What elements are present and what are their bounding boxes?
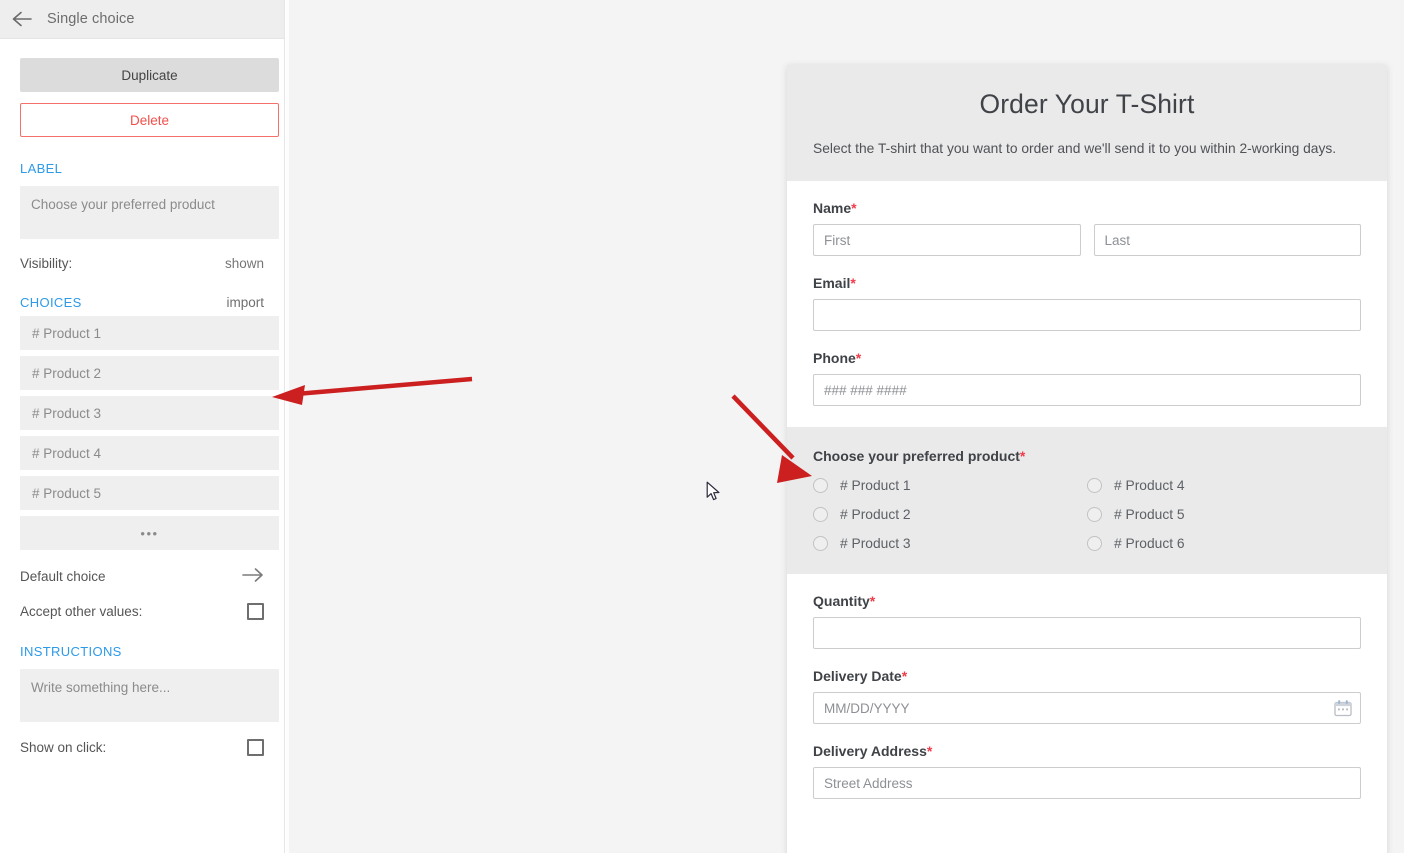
delivery-date-label: Delivery Date*: [813, 668, 1361, 684]
required-asterisk: *: [855, 350, 862, 366]
choice-item[interactable]: # Product 4: [20, 436, 279, 470]
required-asterisk: *: [850, 275, 856, 291]
instructions-section-heading: INSTRUCTIONS: [20, 644, 122, 659]
radio-option-product-6[interactable]: # Product 6: [1087, 536, 1361, 551]
instructions-input[interactable]: Write something here...: [20, 669, 279, 722]
form-subtitle: Select the T-shirt that you want to orde…: [813, 141, 1337, 156]
delete-button[interactable]: Delete: [20, 103, 279, 137]
more-choices-button[interactable]: •••: [20, 516, 279, 550]
field-group-product-choices[interactable]: Choose your preferred product* # Product…: [787, 427, 1387, 574]
required-asterisk: *: [901, 668, 908, 684]
form-body: Name* Email* Phone*: [787, 181, 1387, 799]
email-label-text: Email: [813, 275, 851, 291]
required-asterisk: *: [926, 743, 933, 759]
choices-section-header: CHOICES import: [20, 295, 264, 310]
show-on-click-checkbox[interactable]: [247, 739, 264, 756]
calendar-icon[interactable]: [1334, 700, 1352, 717]
choice-item[interactable]: # Product 1: [20, 316, 279, 350]
required-asterisk: *: [869, 593, 876, 609]
choice-item[interactable]: # Product 5: [20, 476, 279, 510]
radio-icon[interactable]: [813, 478, 828, 493]
label-input[interactable]: Choose your preferred product: [20, 186, 279, 239]
quantity-input[interactable]: [813, 617, 1361, 649]
radio-option-label: # Product 1: [840, 478, 911, 493]
email-input[interactable]: [813, 299, 1361, 331]
radio-icon[interactable]: [1087, 478, 1102, 493]
required-asterisk: *: [851, 200, 857, 216]
field-group-name: Name*: [813, 181, 1361, 256]
radio-icon[interactable]: [1087, 536, 1102, 551]
show-on-click-row: Show on click:: [20, 739, 264, 756]
radio-option-label: # Product 5: [1114, 507, 1185, 522]
form-preview-card: Order Your T-Shirt Select the T-shirt th…: [787, 65, 1387, 853]
show-on-click-label: Show on click:: [20, 740, 107, 755]
import-choices-link[interactable]: import: [226, 295, 264, 310]
page-title: Single choice: [47, 11, 135, 27]
product-label-text: Choose your preferred product: [813, 448, 1020, 464]
radio-option-label: # Product 6: [1114, 536, 1185, 551]
last-name-input[interactable]: [1093, 224, 1361, 256]
phone-label-text: Phone: [813, 350, 856, 366]
default-choice-label: Default choice: [20, 569, 106, 584]
visibility-label: Visibility:: [20, 256, 73, 271]
arrow-right-icon[interactable]: [242, 567, 264, 586]
radio-option-product-5[interactable]: # Product 5: [1087, 507, 1361, 522]
street-address-input[interactable]: [813, 767, 1361, 799]
label-section-heading: LABEL: [20, 161, 63, 176]
email-label: Email*: [813, 275, 1361, 291]
delivery-address-label-text: Delivery Address: [813, 743, 927, 759]
default-choice-row[interactable]: Default choice: [20, 567, 264, 586]
radio-option-product-1[interactable]: # Product 1: [813, 478, 1087, 493]
radio-option-label: # Product 2: [840, 507, 911, 522]
duplicate-button[interactable]: Duplicate: [20, 58, 279, 92]
radio-option-label: # Product 4: [1114, 478, 1185, 493]
sidebar-header: Single choice: [0, 0, 284, 39]
arrow-left-icon[interactable]: [9, 6, 35, 32]
radio-option-label: # Product 3: [840, 536, 911, 551]
delivery-date-label-text: Delivery Date: [813, 668, 902, 684]
choice-item[interactable]: # Product 3: [20, 396, 279, 430]
product-radio-grid: # Product 1 # Product 4 # Product 2 # Pr…: [813, 478, 1361, 551]
form-title: Order Your T-Shirt: [979, 89, 1195, 119]
form-preview-workspace: Order Your T-Shirt Select the T-shirt th…: [286, 0, 1404, 853]
delivery-date-wrapper: [813, 692, 1361, 724]
name-label: Name*: [813, 200, 1361, 216]
radio-option-product-4[interactable]: # Product 4: [1087, 478, 1361, 493]
accept-other-values-row: Accept other values:: [20, 603, 264, 620]
field-group-email: Email*: [813, 256, 1361, 331]
phone-label: Phone*: [813, 350, 1361, 366]
sidebar-body: Duplicate Delete LABEL Choose your prefe…: [0, 58, 284, 756]
name-label-text: Name: [813, 200, 852, 216]
choices-section-heading: CHOICES: [20, 295, 82, 310]
radio-icon[interactable]: [813, 536, 828, 551]
accept-other-values-label: Accept other values:: [20, 604, 143, 619]
field-group-delivery-address: Delivery Address*: [813, 724, 1361, 799]
form-header: Order Your T-Shirt Select the T-shirt th…: [787, 65, 1387, 181]
first-name-input[interactable]: [813, 224, 1081, 256]
field-group-quantity: Quantity*: [813, 574, 1361, 649]
product-label: Choose your preferred product*: [813, 448, 1361, 464]
visibility-value: shown: [224, 256, 264, 271]
delivery-date-input[interactable]: [813, 692, 1361, 724]
choice-item[interactable]: # Product 2: [20, 356, 279, 390]
phone-input[interactable]: [813, 374, 1361, 406]
label-section-header: LABEL: [20, 161, 264, 176]
field-group-phone: Phone*: [813, 331, 1361, 406]
quantity-label: Quantity*: [813, 593, 1361, 609]
app-root: Single choice Duplicate Delete LABEL Cho…: [0, 0, 1404, 853]
radio-option-product-3[interactable]: # Product 3: [813, 536, 1087, 551]
name-inputs-row: [813, 224, 1361, 256]
visibility-row[interactable]: Visibility: shown: [20, 256, 264, 271]
quantity-label-text: Quantity: [813, 593, 870, 609]
instructions-section-header: INSTRUCTIONS: [20, 644, 264, 659]
field-group-delivery-date: Delivery Date*: [813, 649, 1361, 724]
workspace-gutter: [286, 0, 289, 853]
radio-option-product-2[interactable]: # Product 2: [813, 507, 1087, 522]
radio-icon[interactable]: [813, 507, 828, 522]
element-settings-sidebar: Single choice Duplicate Delete LABEL Cho…: [0, 0, 285, 853]
accept-other-values-checkbox[interactable]: [247, 603, 264, 620]
delivery-address-label: Delivery Address*: [813, 743, 1361, 759]
required-asterisk: *: [1019, 448, 1026, 464]
radio-icon[interactable]: [1087, 507, 1102, 522]
